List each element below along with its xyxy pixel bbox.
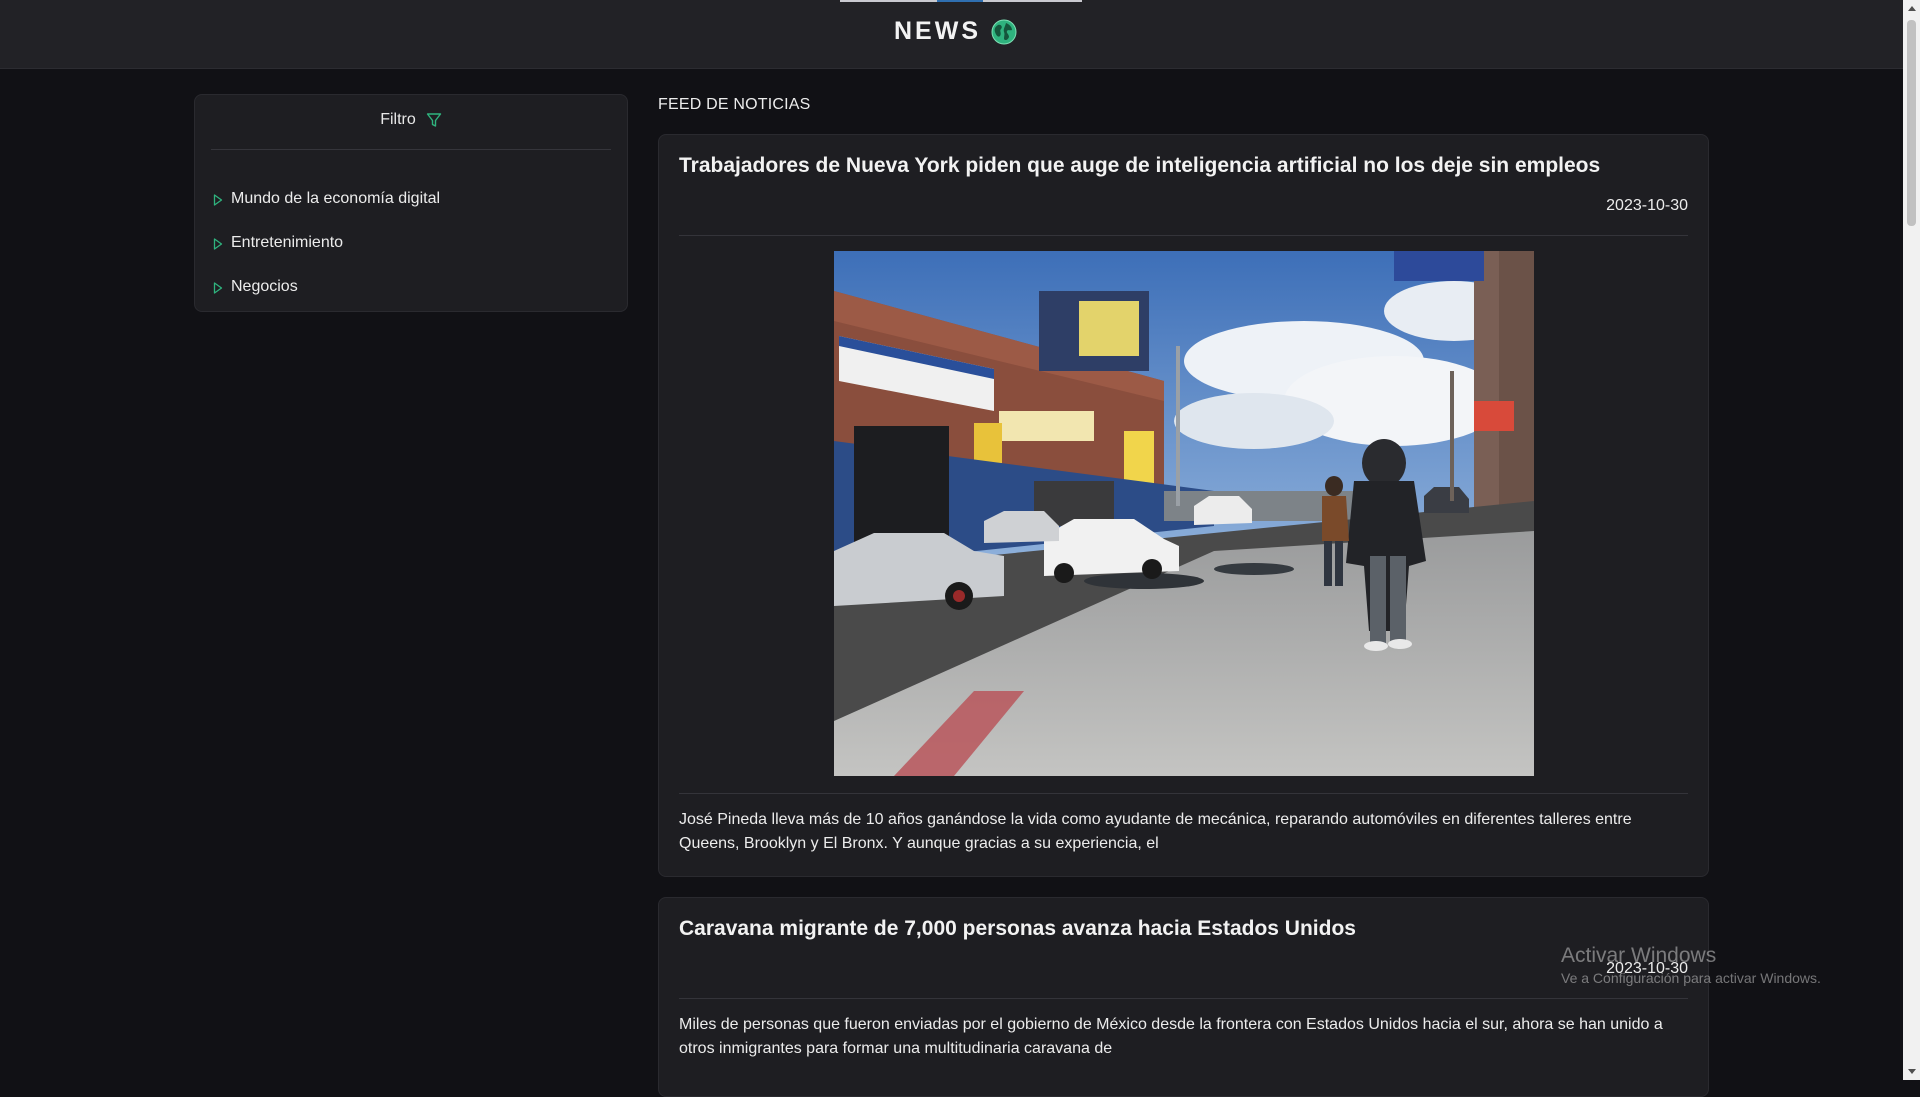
card-divider	[679, 793, 1688, 794]
filter-title: Filtro	[380, 111, 416, 128]
brand[interactable]: NEWS	[894, 17, 1017, 46]
scroll-down-icon[interactable]	[1908, 1069, 1916, 1074]
site-title: NEWS	[894, 17, 981, 45]
filter-list: Mundo de la economía digital Entretenimi…	[213, 177, 440, 309]
scroll-up-icon[interactable]	[1908, 6, 1916, 11]
filter-item-label: Entretenimiento	[231, 234, 344, 251]
caret-right-icon	[213, 281, 223, 294]
globe-icon	[991, 19, 1017, 45]
filter-item-label: Mundo de la economía digital	[231, 190, 441, 207]
filter-item-label: Negocios	[231, 278, 298, 295]
article-date: 2023-10-30	[1606, 960, 1688, 977]
article-image[interactable]	[834, 251, 1534, 776]
news-card: Caravana migrante de 7,000 personas avan…	[658, 897, 1709, 1097]
filter-item-negocios[interactable]: Negocios	[213, 265, 440, 309]
caret-right-icon	[213, 193, 223, 206]
scrollbar-thumb[interactable]	[1907, 20, 1916, 226]
article-title[interactable]: Trabajadores de Nueva York piden que aug…	[679, 154, 1600, 178]
caret-right-icon	[213, 237, 223, 250]
article-title[interactable]: Caravana migrante de 7,000 personas avan…	[679, 917, 1356, 941]
filter-item-entretenimiento[interactable]: Entretenimiento	[213, 221, 440, 265]
article-excerpt: Miles de personas que fueron enviadas po…	[679, 1016, 1663, 1057]
filter-header[interactable]: Filtro	[195, 111, 627, 129]
filter-panel: Filtro Mundo de la economía digital Entr…	[194, 94, 628, 312]
article-excerpt: José Pineda lleva más de 10 años ganándo…	[679, 811, 1632, 852]
filter-icon	[426, 112, 442, 128]
top-bar: NEWS	[0, 0, 1903, 69]
feed-heading: FEED DE NOTICIAS	[658, 96, 811, 113]
card-divider	[679, 235, 1688, 236]
news-card: Trabajadores de Nueva York piden que aug…	[658, 134, 1709, 877]
filter-divider	[211, 149, 611, 150]
card-divider	[679, 998, 1688, 999]
page-scrollbar[interactable]	[1903, 0, 1920, 1080]
loading-bar-accent	[937, 0, 983, 2]
article-date: 2023-10-30	[1606, 197, 1688, 214]
filter-item-economia-digital[interactable]: Mundo de la economía digital	[213, 177, 440, 221]
